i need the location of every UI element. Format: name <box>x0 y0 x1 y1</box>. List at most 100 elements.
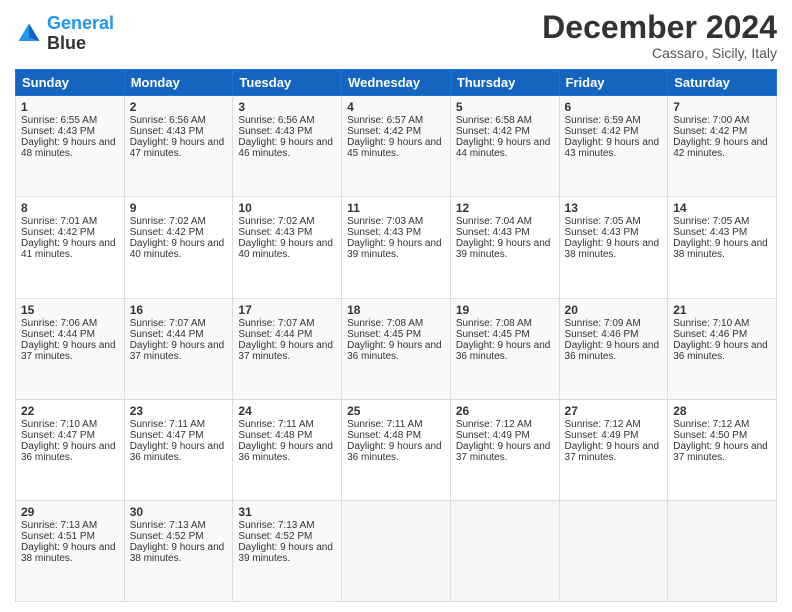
col-friday: Friday <box>559 70 668 96</box>
calendar-header-row: Sunday Monday Tuesday Wednesday Thursday… <box>16 70 777 96</box>
day-number: 27 <box>565 404 663 418</box>
sunset-text: Sunset: 4:43 PM <box>347 227 445 238</box>
sunset-text: Sunset: 4:44 PM <box>130 329 228 340</box>
daylight-text: Daylight: 9 hours and 47 minutes. <box>130 137 228 159</box>
sunset-text: Sunset: 4:43 PM <box>673 227 771 238</box>
daylight-text: Daylight: 9 hours and 37 minutes. <box>565 441 663 463</box>
sunrise-text: Sunrise: 6:58 AM <box>456 115 554 126</box>
calendar-cell: 23Sunrise: 7:11 AMSunset: 4:47 PMDayligh… <box>124 399 233 500</box>
sunset-text: Sunset: 4:44 PM <box>21 329 119 340</box>
daylight-text: Daylight: 9 hours and 41 minutes. <box>21 238 119 260</box>
day-number: 29 <box>21 505 119 519</box>
daylight-text: Daylight: 9 hours and 48 minutes. <box>21 137 119 159</box>
calendar-cell: 28Sunrise: 7:12 AMSunset: 4:50 PMDayligh… <box>668 399 777 500</box>
sunset-text: Sunset: 4:42 PM <box>456 126 554 137</box>
daylight-text: Daylight: 9 hours and 37 minutes. <box>238 340 336 362</box>
day-number: 23 <box>130 404 228 418</box>
calendar-cell: 5Sunrise: 6:58 AMSunset: 4:42 PMDaylight… <box>450 96 559 197</box>
sunrise-text: Sunrise: 6:57 AM <box>347 115 445 126</box>
day-number: 30 <box>130 505 228 519</box>
calendar-cell: 15Sunrise: 7:06 AMSunset: 4:44 PMDayligh… <box>16 298 125 399</box>
sunset-text: Sunset: 4:43 PM <box>130 126 228 137</box>
calendar-cell: 26Sunrise: 7:12 AMSunset: 4:49 PMDayligh… <box>450 399 559 500</box>
day-number: 8 <box>21 201 119 215</box>
daylight-text: Daylight: 9 hours and 46 minutes. <box>238 137 336 159</box>
calendar-cell: 1Sunrise: 6:55 AMSunset: 4:43 PMDaylight… <box>16 96 125 197</box>
sunrise-text: Sunrise: 7:00 AM <box>673 115 771 126</box>
sunrise-text: Sunrise: 7:10 AM <box>673 318 771 329</box>
daylight-text: Daylight: 9 hours and 36 minutes. <box>238 441 336 463</box>
sunset-text: Sunset: 4:52 PM <box>238 531 336 542</box>
sunset-text: Sunset: 4:49 PM <box>565 430 663 441</box>
sunrise-text: Sunrise: 7:11 AM <box>130 419 228 430</box>
sunset-text: Sunset: 4:50 PM <box>673 430 771 441</box>
calendar-cell: 25Sunrise: 7:11 AMSunset: 4:48 PMDayligh… <box>342 399 451 500</box>
sunset-text: Sunset: 4:42 PM <box>673 126 771 137</box>
sunrise-text: Sunrise: 7:11 AM <box>347 419 445 430</box>
sunrise-text: Sunrise: 6:56 AM <box>238 115 336 126</box>
sunset-text: Sunset: 4:43 PM <box>456 227 554 238</box>
calendar-cell: 11Sunrise: 7:03 AMSunset: 4:43 PMDayligh… <box>342 197 451 298</box>
daylight-text: Daylight: 9 hours and 36 minutes. <box>565 340 663 362</box>
calendar-cell: 14Sunrise: 7:05 AMSunset: 4:43 PMDayligh… <box>668 197 777 298</box>
sunset-text: Sunset: 4:42 PM <box>347 126 445 137</box>
calendar-cell <box>559 500 668 601</box>
calendar-cell: 9Sunrise: 7:02 AMSunset: 4:42 PMDaylight… <box>124 197 233 298</box>
day-number: 4 <box>347 100 445 114</box>
daylight-text: Daylight: 9 hours and 36 minutes. <box>673 340 771 362</box>
daylight-text: Daylight: 9 hours and 36 minutes. <box>347 340 445 362</box>
sunrise-text: Sunrise: 7:07 AM <box>130 318 228 329</box>
sunrise-text: Sunrise: 7:03 AM <box>347 216 445 227</box>
sunrise-text: Sunrise: 6:55 AM <box>21 115 119 126</box>
sunrise-text: Sunrise: 7:05 AM <box>565 216 663 227</box>
sunrise-text: Sunrise: 6:59 AM <box>565 115 663 126</box>
calendar-cell: 6Sunrise: 6:59 AMSunset: 4:42 PMDaylight… <box>559 96 668 197</box>
sunrise-text: Sunrise: 7:13 AM <box>130 520 228 531</box>
sunset-text: Sunset: 4:43 PM <box>238 126 336 137</box>
sunrise-text: Sunrise: 7:09 AM <box>565 318 663 329</box>
sunrise-text: Sunrise: 7:02 AM <box>238 216 336 227</box>
daylight-text: Daylight: 9 hours and 38 minutes. <box>21 542 119 564</box>
sunset-text: Sunset: 4:43 PM <box>21 126 119 137</box>
sunset-text: Sunset: 4:43 PM <box>565 227 663 238</box>
sunset-text: Sunset: 4:47 PM <box>21 430 119 441</box>
calendar-cell: 3Sunrise: 6:56 AMSunset: 4:43 PMDaylight… <box>233 96 342 197</box>
calendar-cell: 13Sunrise: 7:05 AMSunset: 4:43 PMDayligh… <box>559 197 668 298</box>
day-number: 20 <box>565 303 663 317</box>
day-number: 18 <box>347 303 445 317</box>
location: Cassaro, Sicily, Italy <box>542 45 777 61</box>
day-number: 5 <box>456 100 554 114</box>
day-number: 14 <box>673 201 771 215</box>
day-number: 31 <box>238 505 336 519</box>
calendar-cell: 4Sunrise: 6:57 AMSunset: 4:42 PMDaylight… <box>342 96 451 197</box>
calendar-cell: 27Sunrise: 7:12 AMSunset: 4:49 PMDayligh… <box>559 399 668 500</box>
day-number: 6 <box>565 100 663 114</box>
calendar-cell: 20Sunrise: 7:09 AMSunset: 4:46 PMDayligh… <box>559 298 668 399</box>
day-number: 2 <box>130 100 228 114</box>
sunrise-text: Sunrise: 7:11 AM <box>238 419 336 430</box>
sunrise-text: Sunrise: 6:56 AM <box>130 115 228 126</box>
daylight-text: Daylight: 9 hours and 37 minutes. <box>130 340 228 362</box>
col-monday: Monday <box>124 70 233 96</box>
sunset-text: Sunset: 4:45 PM <box>347 329 445 340</box>
daylight-text: Daylight: 9 hours and 36 minutes. <box>21 441 119 463</box>
calendar-cell: 2Sunrise: 6:56 AMSunset: 4:43 PMDaylight… <box>124 96 233 197</box>
daylight-text: Daylight: 9 hours and 37 minutes. <box>673 441 771 463</box>
daylight-text: Daylight: 9 hours and 42 minutes. <box>673 137 771 159</box>
calendar-cell: 17Sunrise: 7:07 AMSunset: 4:44 PMDayligh… <box>233 298 342 399</box>
sunrise-text: Sunrise: 7:08 AM <box>347 318 445 329</box>
sunrise-text: Sunrise: 7:01 AM <box>21 216 119 227</box>
col-tuesday: Tuesday <box>233 70 342 96</box>
sunrise-text: Sunrise: 7:04 AM <box>456 216 554 227</box>
calendar-cell: 31Sunrise: 7:13 AMSunset: 4:52 PMDayligh… <box>233 500 342 601</box>
sunset-text: Sunset: 4:49 PM <box>456 430 554 441</box>
sunset-text: Sunset: 4:52 PM <box>130 531 228 542</box>
daylight-text: Daylight: 9 hours and 39 minutes. <box>456 238 554 260</box>
daylight-text: Daylight: 9 hours and 39 minutes. <box>238 542 336 564</box>
col-wednesday: Wednesday <box>342 70 451 96</box>
calendar-cell <box>450 500 559 601</box>
daylight-text: Daylight: 9 hours and 43 minutes. <box>565 137 663 159</box>
sunrise-text: Sunrise: 7:08 AM <box>456 318 554 329</box>
sunset-text: Sunset: 4:47 PM <box>130 430 228 441</box>
title-area: December 2024 Cassaro, Sicily, Italy <box>542 10 777 61</box>
